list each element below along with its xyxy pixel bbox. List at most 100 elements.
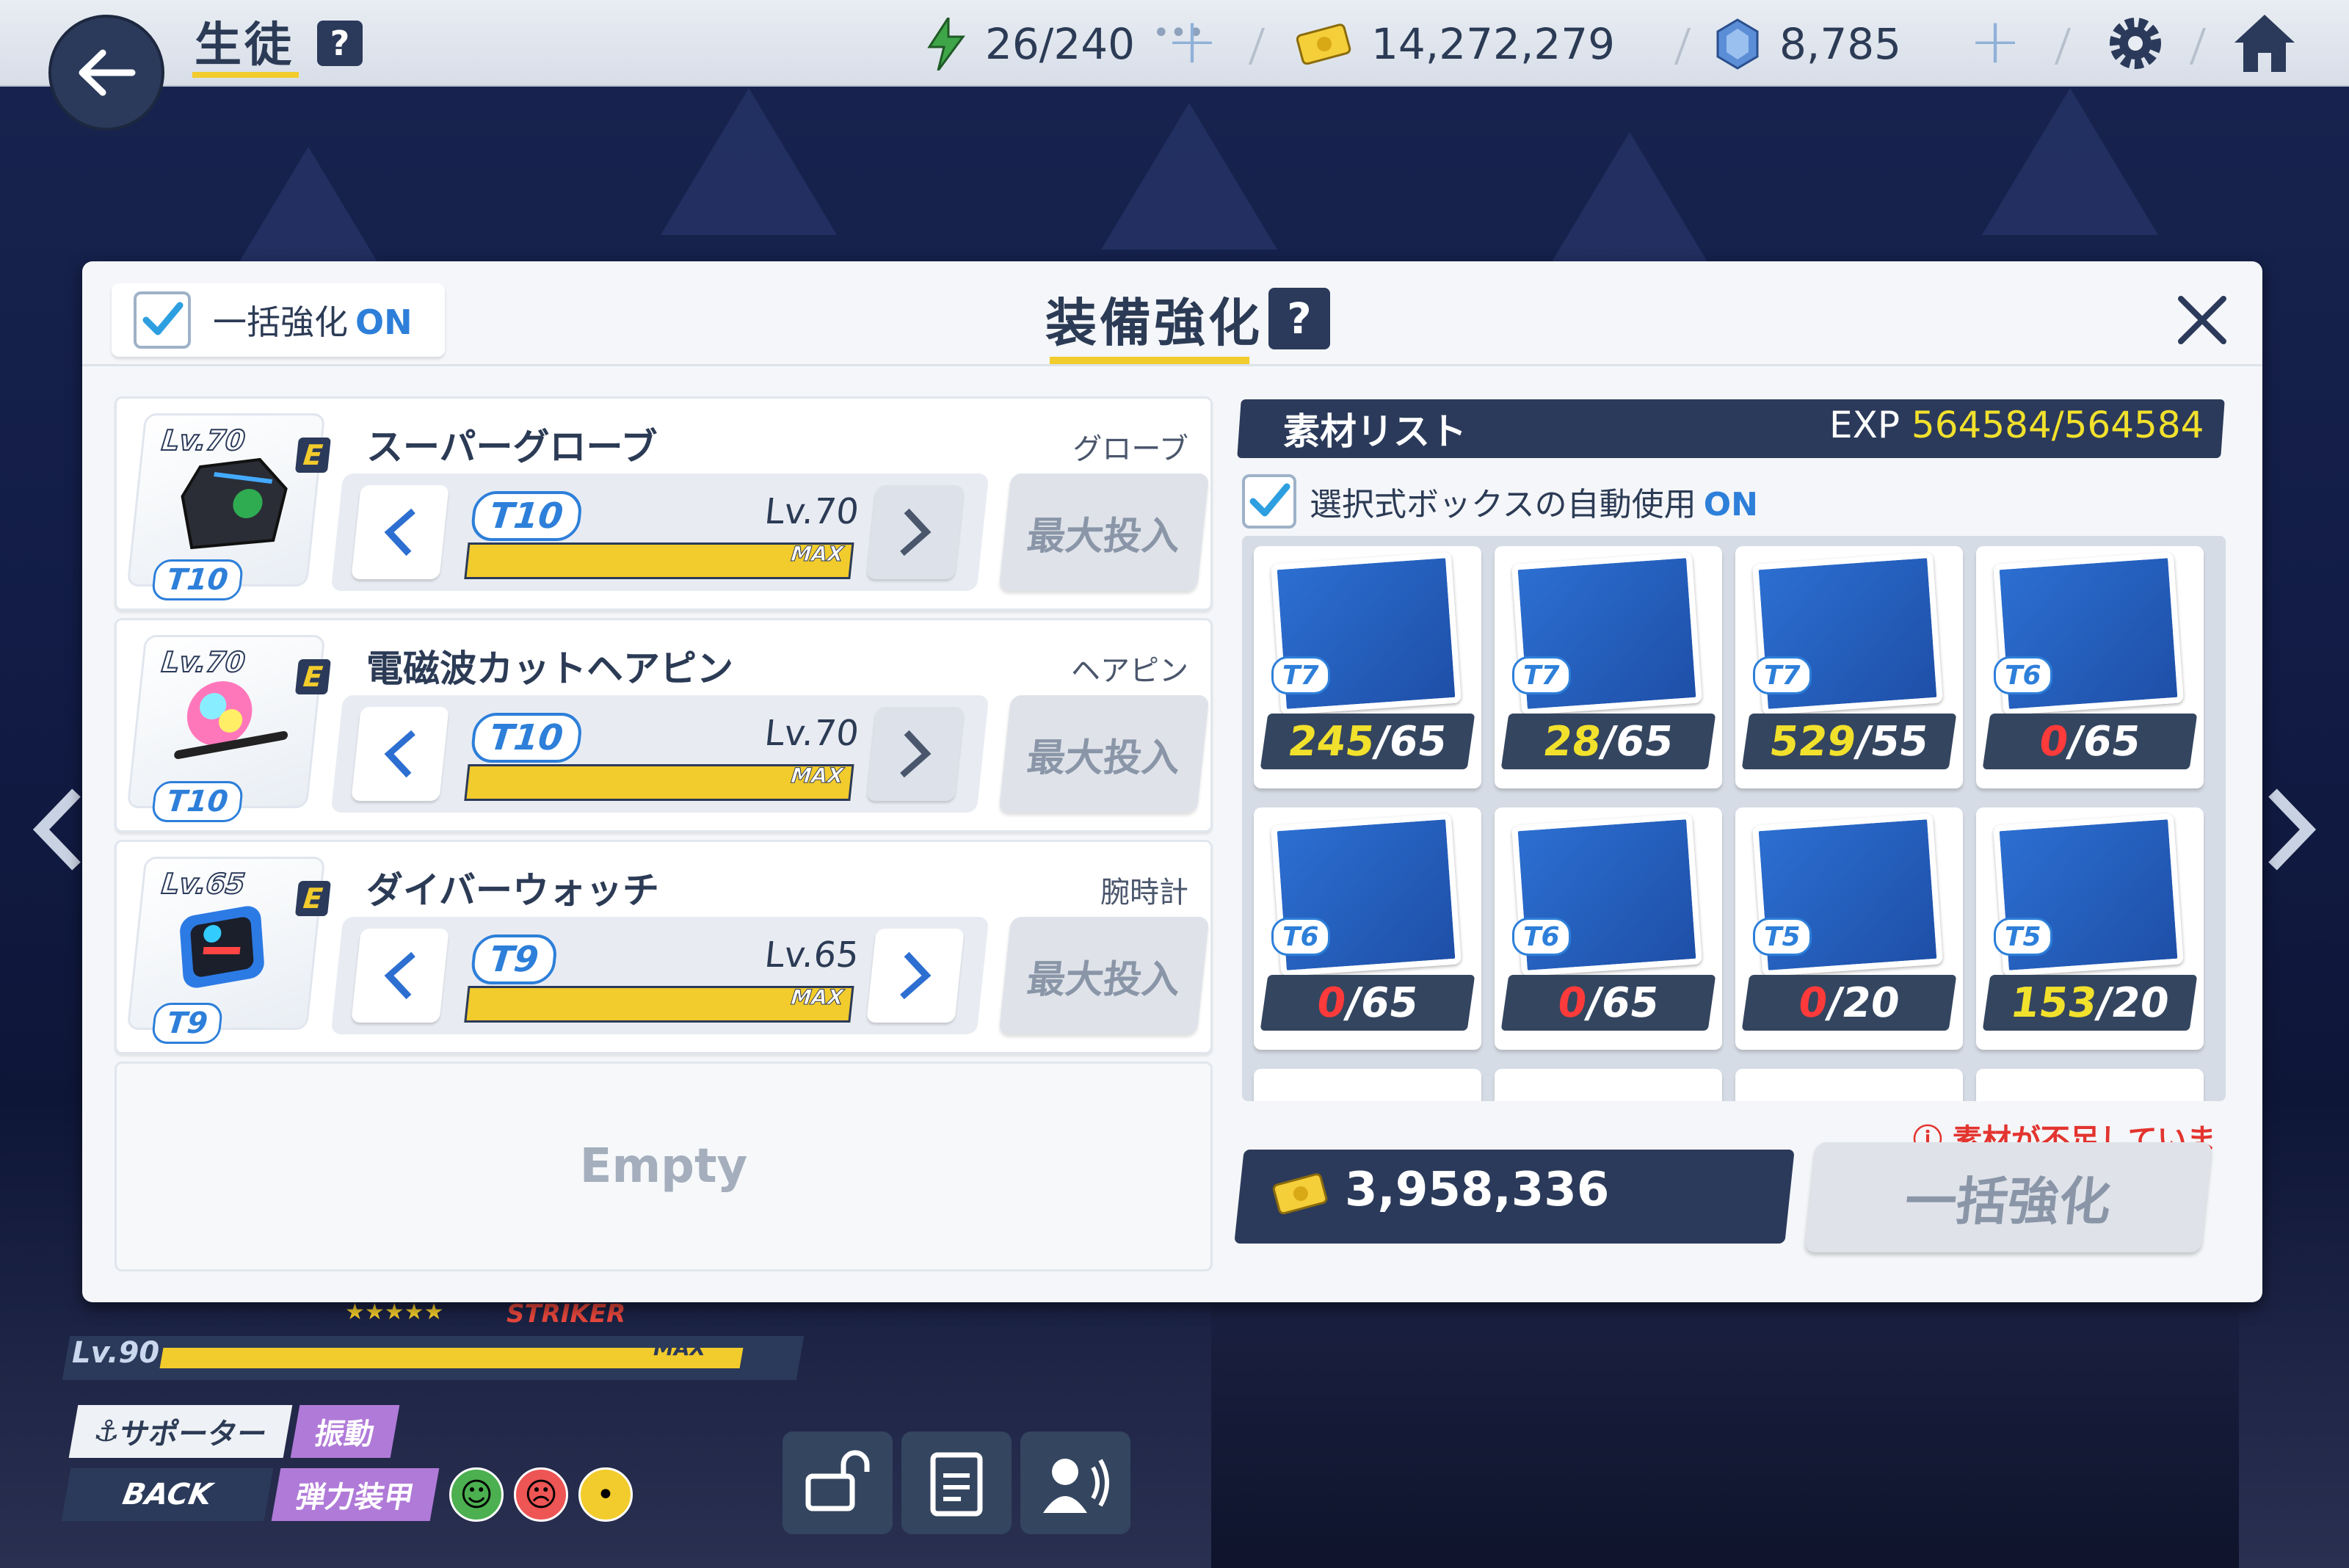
max-input-button[interactable]: 最大投入 [998,917,1210,1034]
prev-student-icon[interactable] [29,785,88,874]
level-value: Lv.70 [763,491,861,532]
divider [1248,28,1266,65]
page-title: 生徒 [195,18,294,73]
max-input-button[interactable]: 最大投入 [998,695,1210,813]
gems-value: 8,785 [1779,19,1902,69]
material-item[interactable]: T7 529/55 [1735,546,1963,788]
angry-face-icon[interactable]: ☹ [514,1467,568,1522]
equipment-name: ダイバーウォッチ [366,869,659,912]
bulk-toggle-label: 一括強化 ON [213,296,413,344]
chevron-right-icon [900,730,932,778]
material-item[interactable] [1735,1069,1963,1101]
decrease-button[interactable] [351,929,449,1023]
unlock-icon [805,1450,870,1511]
bulk-label-text: 一括強化 [213,302,348,342]
credits-counter: 14,272,279 [1296,15,1615,73]
material-item[interactable] [1976,1069,2204,1101]
position-tag[interactable]: BACK [61,1468,274,1521]
unlock-button[interactable] [783,1431,893,1534]
level-value: Lv.70 [763,713,861,754]
chevron-right-icon [900,951,932,1000]
material-item[interactable]: T5 0/20 [1735,807,1963,1050]
modal-title: 装備強化 [1045,293,1263,353]
neutral-face-icon[interactable]: • [578,1467,633,1522]
cost-value: 3,958,336 [1345,1163,1610,1217]
bulk-upgrade-button[interactable]: 一括強化 [1804,1142,2212,1252]
close-button[interactable] [2165,283,2239,357]
auto-use-checkbox[interactable] [1242,474,1296,529]
increase-button[interactable] [866,485,965,579]
help-icon[interactable]: ? [1268,288,1330,349]
auto-use-label: 選択式ボックスの自動使用 ON [1310,478,1758,525]
material-tier: T5 [1994,918,2052,956]
happy-face-icon[interactable]: ☺ [449,1467,504,1522]
add-gems-icon[interactable]: + [1969,4,2022,78]
tier-badge: T10 [150,559,244,600]
material-need: /65 [2064,717,2144,766]
next-student-icon[interactable] [2261,785,2320,874]
material-item[interactable]: T5 153/20 [1976,807,2204,1050]
grade-badge: E [294,881,331,916]
equipment-name: スーパーグローブ [366,426,658,468]
vibration-tag[interactable]: 振動 [290,1405,400,1458]
equipment-card-watch: Lv.65 E T9 ダイバーウォッチ 腕時計 T9 Lv.65 MAX 最大投… [115,840,1213,1054]
material-need: /65 [1342,979,1422,1027]
background-castle [1211,1292,2239,1568]
bulk-state: ON [355,302,413,342]
divider [2189,28,2207,65]
material-item[interactable] [1254,1069,1481,1101]
grade-badge: E [294,438,331,473]
level-max-label: MAX [653,1336,706,1360]
help-icon[interactable]: ? [317,21,363,66]
profile-button[interactable] [901,1431,1012,1534]
bulk-checkbox[interactable] [134,291,191,349]
student-panel: STRIKER ★★★★★ Lv.90 MAX ⚓ サポーター 振動 BACK … [51,1277,805,1556]
material-item[interactable]: T7 245/65 [1254,546,1481,788]
arrow-left-icon [79,49,136,96]
title-underline [1050,357,1249,364]
decrease-button[interactable] [351,485,449,579]
equipment-card-hairpin: Lv.70 E T10 電磁波カットヘアピン ヘアピン T10 Lv.70 MA… [115,618,1213,832]
increase-button[interactable] [866,929,965,1023]
add-ap-icon[interactable]: + [1166,4,1219,78]
material-count: 245/65 [1260,714,1475,769]
document-icon [930,1452,983,1517]
exp-label: EXP [1829,404,1900,446]
check-icon [142,302,184,335]
material-item[interactable]: T6 0/65 [1254,807,1481,1050]
max-input-button[interactable]: 最大投入 [998,473,1210,591]
voice-icon [1043,1459,1109,1513]
material-grid[interactable]: T7 245/65 T7 28/65 T7 529/55 T6 0/65 T6 … [1242,536,2226,1101]
equipment-card-gloves: Lv.70 E T10 スーパーグローブ グローブ T10 Lv.70 MAX … [115,396,1213,611]
level-control: T10 Lv.70 MAX [330,473,990,591]
support-tag-label: サポーター [117,1418,270,1451]
auto-use-toggle[interactable]: 選択式ボックスの自動使用 ON [1242,474,1758,529]
home-icon[interactable] [2232,10,2298,76]
bulk-upgrade-toggle[interactable]: 一括強化 ON [112,283,445,357]
equipment-name: 電磁波カットヘアピン [366,647,733,690]
lightning-icon [927,18,965,70]
material-item[interactable]: T7 28/65 [1495,546,1722,788]
material-item[interactable] [1495,1069,1722,1101]
material-have: 245 [1285,717,1378,766]
material-item[interactable]: T6 0/65 [1495,807,1722,1050]
support-tag[interactable]: ⚓ サポーター [68,1405,293,1458]
gear-icon[interactable] [2102,10,2168,76]
increase-button[interactable] [866,707,965,801]
decrease-button[interactable] [351,707,449,801]
level-label: Lv.90 [72,1336,160,1370]
grade-badge: E [294,659,331,694]
voice-button[interactable] [1020,1431,1130,1534]
material-item[interactable]: T6 0/65 [1976,546,2204,788]
tier-pill: T10 [469,491,584,541]
watch-icon [180,906,264,988]
modal-header: 一括強化 ON 装備強化 ? [82,261,2262,366]
equipment-image: Lv.65 E T9 [126,857,331,1044]
material-count: 0/65 [1500,975,1716,1031]
material-count: 0/65 [1982,714,2198,769]
exp-value: 564584/564584 [1911,404,2204,446]
back-button[interactable] [48,15,164,131]
max-label: MAX [790,763,846,788]
armor-tag[interactable]: 弾力装甲 [271,1468,440,1521]
tier-pill: T10 [469,713,584,763]
